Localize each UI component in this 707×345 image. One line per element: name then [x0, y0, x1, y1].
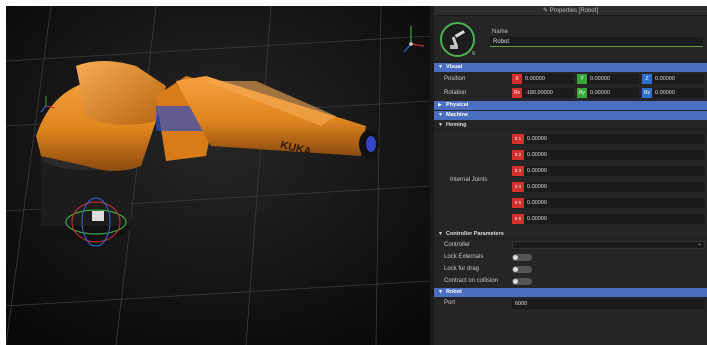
- rotation-z-value: 0.00000: [655, 90, 675, 96]
- section-machine[interactable]: ▼ Machine: [434, 111, 707, 120]
- viewport-scene: KUKA: [6, 6, 430, 345]
- joint-3-value: 0.00000: [527, 168, 547, 174]
- internal-joints-group: Internal Joints 0 1 0.00000 0 2 0.00000 0 …: [434, 130, 707, 229]
- app-window: KUKA ✎ Properties [Robot] 6 Name Robot ▼…: [6, 6, 707, 345]
- joint-1-value: 0.00000: [527, 136, 547, 142]
- joint-4-field[interactable]: 0 4 0.00000: [512, 182, 705, 192]
- rz-axis-tag: Rz: [642, 88, 652, 98]
- expand-icon: ▼: [438, 231, 443, 237]
- rotation-x-value: -180.00000: [525, 90, 553, 96]
- subsection-homing-label: Homing: [446, 122, 467, 128]
- object-header: 6 Name Robot: [434, 16, 707, 62]
- position-x-field[interactable]: X 0.00000: [512, 74, 574, 84]
- position-x-value: 0.00000: [525, 76, 545, 82]
- toggle-knob: [513, 267, 518, 272]
- section-machine-label: Machine: [446, 112, 469, 118]
- section-robot-label: Robot: [446, 289, 462, 295]
- expand-icon: ▼: [438, 64, 443, 70]
- panel-title: ✎ Properties [Robot]: [434, 6, 707, 16]
- joint-2-tag: 0 2: [512, 150, 524, 160]
- name-field[interactable]: Robot: [490, 37, 703, 47]
- joint-5-value: 0.00000: [527, 200, 547, 206]
- position-y-value: 0.00000: [590, 76, 610, 82]
- y-axis-tag: Y: [577, 74, 587, 84]
- robot-thumbnail[interactable]: 6: [440, 22, 475, 57]
- joint-5-tag: 0 5: [512, 198, 524, 208]
- properties-panel: ✎ Properties [Robot] 6 Name Robot ▼ Visua…: [434, 6, 707, 345]
- port-row: Port 6000: [434, 297, 707, 311]
- joint-2-value: 0.00000: [527, 152, 547, 158]
- joint-6-tag: 0 6: [512, 214, 524, 224]
- rotation-x-field[interactable]: Rx -180.00000: [512, 88, 574, 98]
- joint-1-tag: 0 1: [512, 134, 524, 144]
- port-field[interactable]: 6000: [512, 299, 705, 309]
- rotation-y-value: 0.00000: [590, 90, 610, 96]
- joint-4-value: 0.00000: [527, 184, 547, 190]
- name-label: Name: [492, 29, 509, 35]
- lock-for-drag-row: Lock for drag: [434, 263, 707, 275]
- contract-on-collision-toggle[interactable]: [512, 278, 532, 285]
- toggle-knob: [513, 279, 518, 284]
- section-visual-label: Visual: [446, 64, 463, 70]
- robot-badge: 6: [472, 51, 475, 57]
- toggle-knob: [513, 255, 518, 260]
- expand-icon: ▼: [438, 112, 443, 118]
- rotation-label: Rotation: [444, 90, 467, 96]
- section-physical[interactable]: ▶ Physical: [434, 101, 707, 110]
- lock-for-drag-label: Lock for drag: [444, 266, 480, 272]
- chevron-down-icon: ⌄: [696, 241, 702, 247]
- rotation-z-field[interactable]: Rz 0.00000: [642, 88, 704, 98]
- contract-on-collision-label: Contract on collision: [444, 278, 499, 284]
- section-visual[interactable]: ▼ Visual: [434, 63, 707, 72]
- 3d-viewport[interactable]: KUKA: [6, 6, 430, 345]
- collapse-icon: ▶: [438, 102, 442, 108]
- lock-externals-row: Lock Externals: [434, 251, 707, 263]
- controller-label: Controller: [444, 242, 471, 248]
- joint-5-field[interactable]: 0 5 0.00000: [512, 198, 705, 208]
- z-axis-tag: Z: [642, 74, 652, 84]
- section-robot[interactable]: ▼ Robot: [434, 288, 707, 297]
- internal-joints-label: Internal Joints: [450, 177, 488, 183]
- expand-icon: ▼: [438, 122, 443, 128]
- joint-3-field[interactable]: 0 3 0.00000: [512, 166, 705, 176]
- x-axis-tag: X: [512, 74, 522, 84]
- contract-on-collision-row: Contract on collision: [434, 275, 707, 287]
- lock-externals-toggle[interactable]: [512, 254, 532, 261]
- joint-6-value: 0.00000: [527, 216, 547, 222]
- rotation-y-field[interactable]: Ry 0.00000: [577, 88, 639, 98]
- robot-arm-icon: [449, 29, 465, 49]
- position-label: Position: [444, 76, 466, 82]
- ry-axis-tag: Ry: [577, 88, 587, 98]
- position-row: Position X 0.00000 Y 0.00000 Z 0.00000: [434, 72, 707, 86]
- port-label: Port: [444, 300, 456, 306]
- position-y-field[interactable]: Y 0.00000: [577, 74, 639, 84]
- rx-axis-tag: Rx: [512, 88, 522, 98]
- joint-1-field[interactable]: 0 1 0.00000: [512, 134, 705, 144]
- controller-row: Controller ⌄: [434, 239, 707, 251]
- lock-for-drag-toggle[interactable]: [512, 266, 532, 273]
- controller-select[interactable]: ⌄: [512, 241, 705, 249]
- position-z-value: 0.00000: [655, 76, 675, 82]
- section-physical-label: Physical: [446, 102, 469, 108]
- lock-externals-label: Lock Externals: [444, 254, 484, 260]
- rotation-row: Rotation Rx -180.00000 Ry 0.00000 Rz 0.0000…: [434, 86, 707, 100]
- joint-2-field[interactable]: 0 2 0.00000: [512, 150, 705, 160]
- joint-3-tag: 0 3: [512, 166, 524, 176]
- expand-icon: ▼: [438, 289, 443, 295]
- joint-4-tag: 0 4: [512, 182, 524, 192]
- subsection-controller-label: Controller Parameters: [446, 231, 504, 237]
- subsection-homing[interactable]: ▼ Homing: [434, 120, 707, 130]
- joint-6-field[interactable]: 0 6 0.00000: [512, 214, 705, 224]
- subsection-controller-parameters[interactable]: ▼ Controller Parameters: [434, 229, 707, 239]
- position-z-field[interactable]: Z 0.00000: [642, 74, 704, 84]
